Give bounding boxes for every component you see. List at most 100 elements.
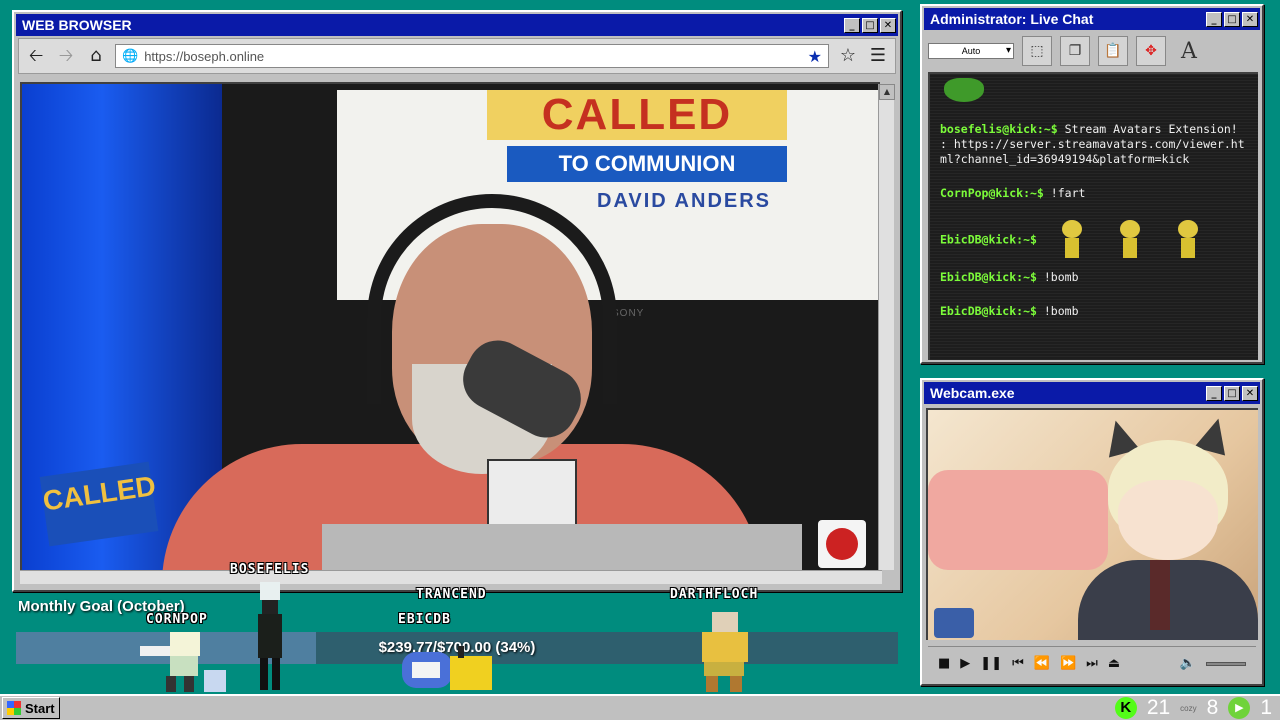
chat-username: bosefelis@kick:~$ bbox=[940, 122, 1058, 136]
bed-prop bbox=[928, 470, 1108, 570]
avatar-emote-icon bbox=[1176, 220, 1200, 260]
chat-window: Administrator: Live Chat _ □ ✕ Auto ⬚ ❐ … bbox=[920, 4, 1264, 364]
url-text: https://boseph.online bbox=[144, 48, 265, 64]
chat-text: !bomb bbox=[1043, 270, 1079, 284]
webcam-window: Webcam.exe _ □ ✕ ■ ▶ ❚❚ ⏮ ⏪ ⏩ ⏭ ⏏ 🔈 bbox=[920, 378, 1264, 686]
rewind-icon[interactable]: ⏪ bbox=[1034, 656, 1050, 671]
copy-icon[interactable]: ❐ bbox=[1060, 36, 1090, 66]
browser-toolbar: 🡠 🡢 ⌂ 🌐 https://boseph.online ★ ☆ ☰ bbox=[18, 38, 896, 74]
start-button[interactable]: Start bbox=[2, 697, 60, 719]
kick-icon[interactable]: K bbox=[1114, 697, 1137, 719]
eject-icon[interactable]: ⏏ bbox=[1108, 656, 1120, 671]
back-arrow-icon[interactable]: 🡠 bbox=[25, 45, 47, 67]
laptop bbox=[322, 524, 802, 570]
chat-username: EbicDB@kick:~$ bbox=[940, 270, 1037, 284]
avatar-tie bbox=[1150, 560, 1170, 630]
windows-logo-icon bbox=[7, 701, 21, 715]
frog-emote-icon bbox=[944, 78, 984, 102]
chat-username: EbicDB@kick:~$ bbox=[940, 232, 1037, 247]
ebicdb-sprite bbox=[402, 646, 492, 690]
play-platform-icon[interactable]: ▶ bbox=[1228, 697, 1251, 719]
home-icon[interactable]: ⌂ bbox=[85, 45, 107, 67]
maximize-button[interactable]: □ bbox=[1224, 11, 1240, 27]
network-logo bbox=[818, 520, 866, 568]
cozy-icon[interactable]: cozy bbox=[1180, 704, 1196, 713]
avatar-emotes bbox=[1060, 220, 1200, 260]
vertical-scrollbar[interactable]: ▲ bbox=[878, 84, 895, 570]
avatar-name-darthfloch: DARTHFLOCH bbox=[670, 587, 759, 602]
chat-toolbar: Auto ⬚ ❐ 📋 ✥ A bbox=[924, 32, 1260, 70]
banner-called-text: CALLED bbox=[487, 90, 787, 140]
media-controls: ■ ▶ ❚❚ ⏮ ⏪ ⏩ ⏭ ⏏ 🔈 bbox=[928, 646, 1256, 680]
stop-icon[interactable]: ■ bbox=[938, 656, 950, 671]
avatar-name-ebicdb: EBICDB bbox=[398, 612, 451, 627]
skip-back-icon[interactable]: ⏮ bbox=[1012, 656, 1024, 671]
avatar-name-bosefelis: BOSEFELIS bbox=[230, 562, 310, 577]
vtuber-avatar-view bbox=[926, 408, 1258, 640]
avatar-face bbox=[1118, 480, 1218, 560]
font-icon[interactable]: A bbox=[1174, 36, 1204, 66]
maximize-button[interactable]: □ bbox=[1224, 385, 1240, 401]
cornpop-sprite bbox=[140, 632, 226, 692]
scroll-up-icon[interactable]: ▲ bbox=[879, 84, 895, 100]
chat-text: !bomb bbox=[1043, 304, 1079, 318]
taskbar: Start K 21 cozy 8 ▶ 1 bbox=[0, 694, 1280, 720]
paste-icon[interactable]: 📋 bbox=[1098, 36, 1128, 66]
select-icon[interactable]: ⬚ bbox=[1022, 36, 1052, 66]
chat-message: EbicDB@kick:~$ bbox=[940, 220, 1250, 260]
volume-icon[interactable]: 🔈 bbox=[1180, 656, 1196, 671]
fast-forward-icon[interactable]: ⏩ bbox=[1060, 656, 1076, 671]
chat-message: EbicDB@kick:~$ !bomb bbox=[940, 270, 1250, 285]
minimize-button[interactable]: _ bbox=[1206, 385, 1222, 401]
chat-message: EbicDB@kick:~$ !bomb bbox=[940, 304, 1250, 319]
favorites-star-icon[interactable]: ☆ bbox=[837, 45, 859, 67]
bookmarked-star-icon[interactable]: ★ bbox=[808, 47, 822, 66]
system-tray: K 21 cozy 8 ▶ 1 bbox=[1114, 696, 1280, 720]
forward-arrow-icon[interactable]: 🡢 bbox=[55, 45, 77, 67]
chat-text: !fart bbox=[1050, 186, 1086, 200]
chat-username: CornPop@kick:~$ bbox=[940, 186, 1044, 200]
close-button[interactable]: ✕ bbox=[1242, 11, 1258, 27]
chat-username: EbicDB@kick:~$ bbox=[940, 304, 1037, 318]
avatar-name-cornpop: CORNPOP bbox=[146, 612, 208, 627]
minimize-button[interactable]: _ bbox=[844, 17, 860, 33]
play-icon[interactable]: ▶ bbox=[960, 656, 970, 671]
kick-viewer-count: 21 bbox=[1146, 696, 1171, 719]
address-bar[interactable]: 🌐 https://boseph.online ★ bbox=[115, 44, 829, 68]
browser-titlebar[interactable]: WEB BROWSER _ □ ✕ bbox=[16, 14, 898, 36]
browser-title: WEB BROWSER bbox=[22, 17, 132, 33]
start-label: Start bbox=[25, 700, 55, 716]
pause-icon[interactable]: ❚❚ bbox=[980, 656, 1002, 671]
maximize-button[interactable]: □ bbox=[862, 17, 878, 33]
font-size-select[interactable]: Auto bbox=[928, 43, 1014, 59]
chat-message: bosefelis@kick:~$ Stream Avatars Extensi… bbox=[940, 122, 1250, 167]
close-button[interactable]: ✕ bbox=[1242, 385, 1258, 401]
mic-flag bbox=[487, 459, 577, 529]
globe-icon: 🌐 bbox=[122, 48, 139, 64]
chat-log[interactable]: bosefelis@kick:~$ Stream Avatars Extensi… bbox=[928, 72, 1258, 360]
avatar-name-trancend: TRANCEND bbox=[416, 587, 487, 602]
cozy-viewer-count: 8 bbox=[1206, 696, 1219, 719]
browser-window: WEB BROWSER _ □ ✕ 🡠 🡢 ⌂ 🌐 https://boseph… bbox=[12, 10, 902, 592]
horizontal-scrollbar[interactable] bbox=[20, 570, 882, 584]
close-button[interactable]: ✕ bbox=[880, 17, 896, 33]
menu-icon[interactable]: ☰ bbox=[867, 45, 889, 67]
play-viewer-count: 1 bbox=[1260, 696, 1272, 719]
chat-titlebar[interactable]: Administrator: Live Chat _ □ ✕ bbox=[924, 8, 1260, 30]
avatar-emote-icon bbox=[1060, 220, 1084, 260]
bosefelis-sprite bbox=[258, 582, 282, 690]
chat-title: Administrator: Live Chat bbox=[930, 11, 1094, 27]
mug-prop bbox=[934, 608, 974, 638]
avatar-emote-icon bbox=[1118, 220, 1142, 260]
skip-forward-icon[interactable]: ⏭ bbox=[1086, 656, 1098, 671]
chat-message: CornPop@kick:~$ !fart bbox=[940, 186, 1250, 201]
webcam-titlebar[interactable]: Webcam.exe _ □ ✕ bbox=[924, 382, 1260, 404]
move-icon[interactable]: ✥ bbox=[1136, 36, 1166, 66]
webcam-title: Webcam.exe bbox=[930, 385, 1015, 401]
banner-host-text: DAVID ANDERS bbox=[597, 190, 772, 212]
volume-slider[interactable] bbox=[1206, 661, 1246, 666]
banner-communion-text: TO COMMUNION bbox=[507, 146, 787, 182]
darthfloch-sprite bbox=[702, 612, 748, 692]
minimize-button[interactable]: _ bbox=[1206, 11, 1222, 27]
video-viewport[interactable]: CALLED TO COMMUNION DAVID ANDERS SONY CA… bbox=[20, 82, 880, 570]
